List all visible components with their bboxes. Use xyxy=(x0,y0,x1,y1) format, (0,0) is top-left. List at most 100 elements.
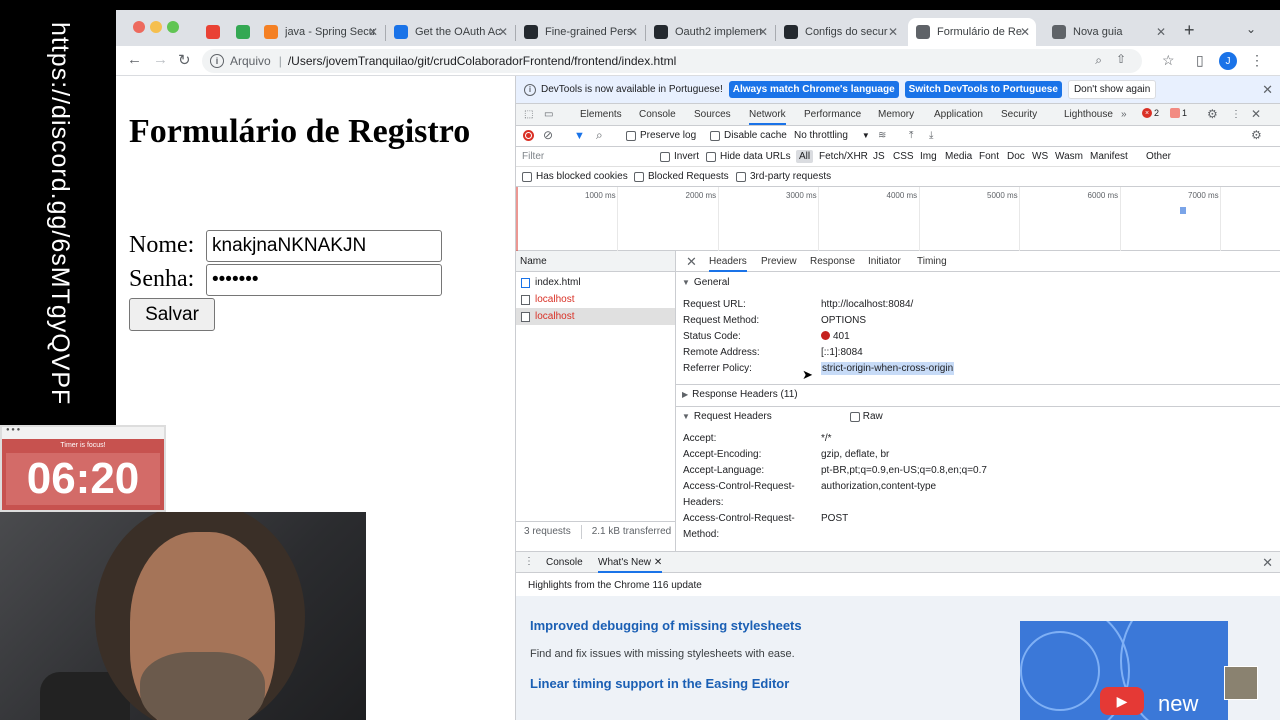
tab-security[interactable]: Security xyxy=(1001,109,1037,120)
address-bar[interactable]: i Arquivo | /Users/jovemTranquilao/git/c… xyxy=(202,49,1142,73)
browser-tab-7[interactable]: Formulário de Re ✕ xyxy=(908,18,1036,46)
browser-tab-6[interactable]: Configs do secur ✕ xyxy=(776,18,904,46)
filter-type-fetchxhr[interactable]: Fetch/XHR xyxy=(819,151,868,162)
tab-preview[interactable]: Preview xyxy=(761,256,797,267)
search-icon[interactable]: ⌕ xyxy=(596,128,603,143)
whats-new-video-thumbnail[interactable]: ▶ new xyxy=(1020,621,1228,720)
share-icon[interactable]: ⇧ xyxy=(1116,52,1126,66)
raw-checkbox[interactable]: Raw xyxy=(849,411,883,422)
info-icon[interactable]: i xyxy=(210,54,224,68)
tab-whats-new[interactable]: What's New ✕ xyxy=(598,557,663,573)
tab-performance[interactable]: Performance xyxy=(804,109,861,120)
whats-new-heading-2[interactable]: Linear timing support in the Easing Edit… xyxy=(530,676,789,691)
table-row[interactable]: localhost xyxy=(516,291,675,308)
header-value[interactable]: strict-origin-when-cross-origin xyxy=(821,361,1261,377)
issues-badge[interactable]: 1 xyxy=(1170,108,1187,118)
close-icon[interactable]: ✕ xyxy=(654,557,662,568)
browser-tab-2[interactable]: java - Spring Secu ✕ xyxy=(256,18,384,46)
preserve-log-checkbox[interactable]: Preserve log xyxy=(626,130,696,141)
filter-type-ws[interactable]: WS xyxy=(1032,151,1048,162)
tab-initiator[interactable]: Initiator xyxy=(868,256,901,267)
close-icon[interactable]: ✕ xyxy=(1262,82,1273,98)
close-window-button[interactable] xyxy=(133,21,145,33)
browser-tab-8[interactable]: Nova guia ✕ xyxy=(1044,18,1172,46)
maximize-window-button[interactable] xyxy=(167,21,179,33)
table-row[interactable]: localhost xyxy=(516,308,675,325)
network-overview[interactable]: 1000 ms 2000 ms 3000 ms 4000 ms 5000 ms 6000 … xyxy=(516,187,1280,251)
side-panel-icon[interactable]: ▯ xyxy=(1196,52,1204,69)
tab-console[interactable]: Console xyxy=(546,557,583,568)
header-value[interactable]: 401 xyxy=(821,329,1261,345)
tab-headers[interactable]: Headers xyxy=(709,256,747,272)
drawer-menu-icon[interactable]: ⋮ xyxy=(524,556,534,567)
tab-timing[interactable]: Timing xyxy=(917,256,947,267)
tab-console[interactable]: Console xyxy=(639,109,676,120)
header-value[interactable]: http://localhost:8084/ xyxy=(821,297,1261,313)
browser-tab-0[interactable] xyxy=(198,18,224,46)
nome-input[interactable]: knakjnaNKNAKJN xyxy=(206,230,442,262)
close-icon[interactable]: ✕ xyxy=(498,25,508,39)
avatar[interactable]: J xyxy=(1219,52,1237,70)
new-tab-button[interactable]: + xyxy=(1184,20,1195,41)
close-icon[interactable]: ✕ xyxy=(368,25,378,39)
general-section-header[interactable]: ▼ General xyxy=(676,272,1280,292)
filter-type-manifest[interactable]: Manifest xyxy=(1090,151,1128,162)
close-drawer-icon[interactable]: ✕ xyxy=(1262,555,1273,571)
tab-sources[interactable]: Sources xyxy=(694,109,731,120)
more-tabs-icon[interactable]: » xyxy=(1121,109,1127,120)
senha-input[interactable]: ••••••• xyxy=(206,264,442,296)
filter-type-doc[interactable]: Doc xyxy=(1007,151,1025,162)
export-har-icon[interactable]: ⤓ xyxy=(929,130,933,141)
close-devtools-icon[interactable]: ✕ xyxy=(1251,107,1261,121)
response-headers-section-header[interactable]: ▶ Response Headers (11) xyxy=(676,384,1280,404)
tab-response[interactable]: Response xyxy=(810,256,855,267)
header-value[interactable]: */* xyxy=(821,431,1261,447)
tab-application[interactable]: Application xyxy=(934,109,983,120)
zoom-icon[interactable]: ⌕ xyxy=(1095,53,1102,68)
filter-type-js[interactable]: JS xyxy=(873,151,885,162)
chevron-down-icon[interactable]: ⌄ xyxy=(1246,22,1256,36)
header-value[interactable]: gzip, deflate, br xyxy=(821,447,1261,463)
settings-gear-icon[interactable]: ⚙ xyxy=(1207,107,1218,121)
whats-new-heading-1[interactable]: Improved debugging of missing stylesheet… xyxy=(530,618,802,633)
header-value[interactable]: OPTIONS xyxy=(821,313,1261,329)
filter-type-other[interactable]: Other xyxy=(1146,151,1171,162)
hide-data-urls-checkbox[interactable]: Hide data URLs xyxy=(706,151,791,162)
blocked-cookies-checkbox[interactable]: Has blocked cookies xyxy=(522,171,628,182)
forward-button[interactable]: → xyxy=(153,51,168,68)
back-button[interactable]: ← xyxy=(127,51,142,68)
table-row[interactable]: index.html xyxy=(516,274,675,291)
request-headers-section-header[interactable]: ▼ Request Headers Raw xyxy=(676,406,1280,426)
close-icon[interactable]: ✕ xyxy=(1020,25,1030,39)
close-icon[interactable]: ✕ xyxy=(1156,25,1166,39)
filter-type-css[interactable]: CSS xyxy=(893,151,914,162)
name-column-header[interactable]: Name xyxy=(516,251,675,272)
filter-input[interactable]: Filter xyxy=(522,151,544,162)
tab-memory[interactable]: Memory xyxy=(878,109,914,120)
header-value[interactable]: [::1]:8084 xyxy=(821,345,1261,361)
filter-icon[interactable]: ▼ xyxy=(574,130,585,142)
third-party-checkbox[interactable]: 3rd-party requests xyxy=(736,171,831,182)
close-icon[interactable]: ✕ xyxy=(758,25,768,39)
filter-type-wasm[interactable]: Wasm xyxy=(1055,151,1083,162)
record-icon[interactable] xyxy=(523,130,534,141)
switch-portuguese-button[interactable]: Switch DevTools to Portuguese xyxy=(904,81,1062,98)
tab-network[interactable]: Network xyxy=(749,109,786,125)
close-icon[interactable]: ✕ xyxy=(888,25,898,39)
bookmark-star-icon[interactable]: ☆ xyxy=(1162,52,1175,69)
blocked-requests-checkbox[interactable]: Blocked Requests xyxy=(634,171,729,182)
inspect-icon[interactable]: ⬚ xyxy=(524,109,533,120)
device-toggle-icon[interactable]: ▭ xyxy=(544,109,553,120)
header-value[interactable]: POST xyxy=(821,511,1261,527)
minimize-window-button[interactable] xyxy=(150,21,162,33)
network-conditions-icon[interactable]: ≋ xyxy=(878,130,886,141)
browser-tab-1[interactable] xyxy=(228,18,254,46)
header-value[interactable]: pt-BR,pt;q=0.9,en-US;q=0.8,en;q=0.7 xyxy=(821,463,1261,479)
clear-icon[interactable]: ⊘ xyxy=(543,128,553,142)
filter-type-media[interactable]: Media xyxy=(945,151,972,162)
filter-type-all[interactable]: All xyxy=(796,150,814,163)
errors-badge[interactable]: × 2 xyxy=(1142,108,1159,118)
more-menu-icon[interactable]: ⋮ xyxy=(1231,109,1241,120)
browser-tab-3[interactable]: Get the OAuth Ac ✕ xyxy=(386,18,514,46)
throttling-select[interactable]: No throttling ▼ xyxy=(794,130,870,141)
